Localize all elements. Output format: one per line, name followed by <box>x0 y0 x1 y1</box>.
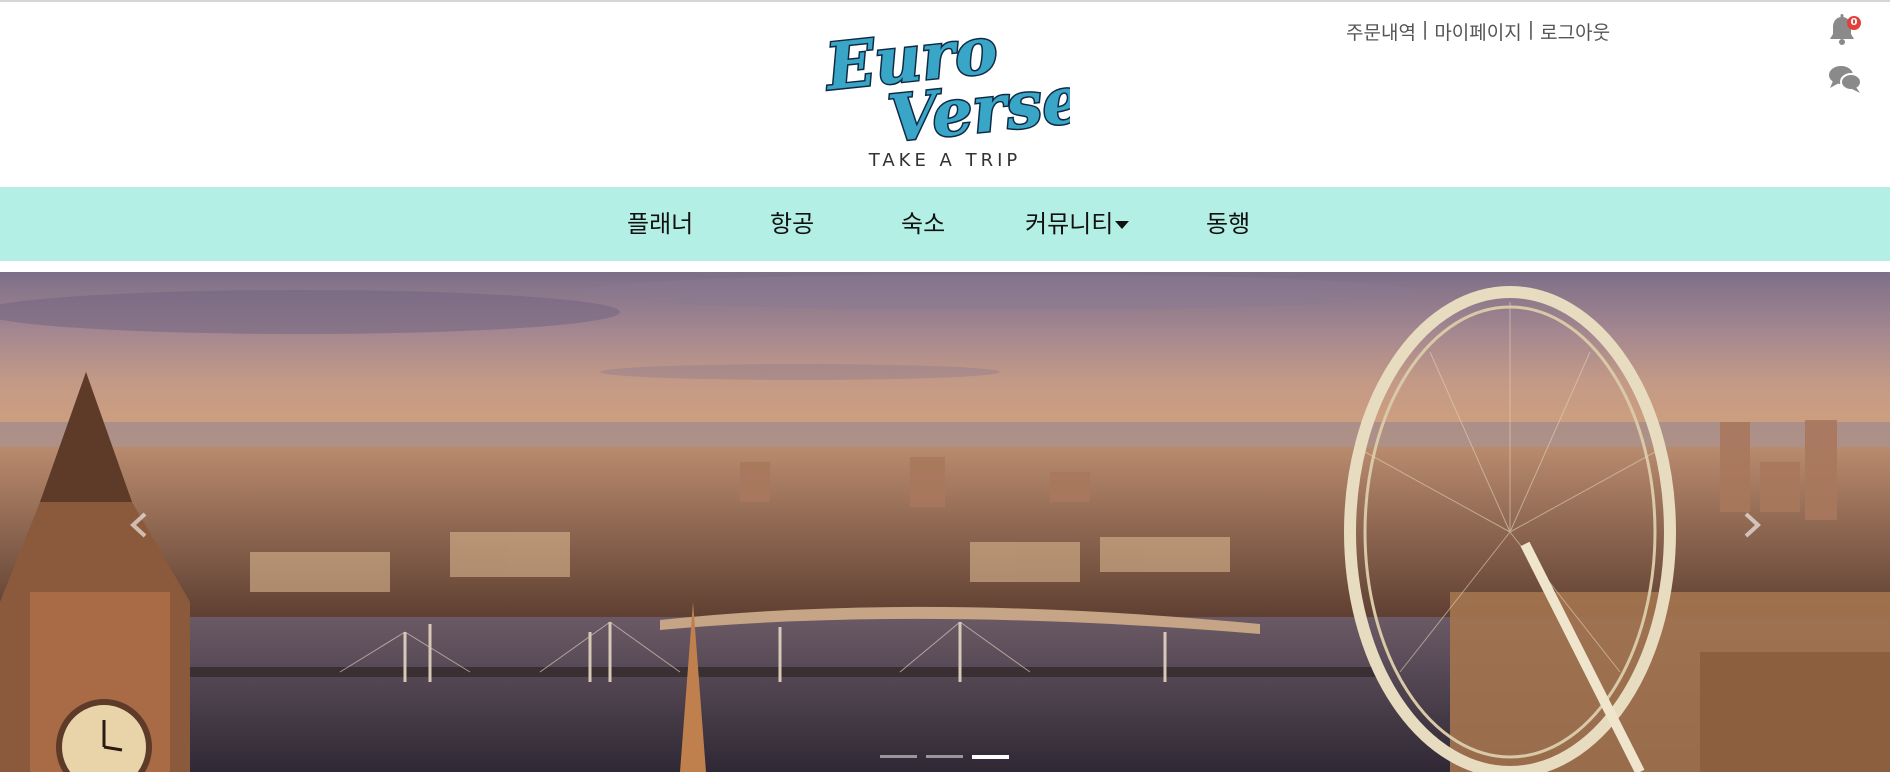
account-links: 주문내역 | 마이페이지 | 로그아웃 <box>1346 18 1610 45</box>
main-nav: 플래너 항공 숙소 커뮤니티 동행 <box>0 187 1890 261</box>
nav-item-planner[interactable]: 플래너 <box>627 187 693 261</box>
caret-down-icon <box>1115 221 1130 229</box>
carousel-indicator[interactable] <box>880 755 917 758</box>
logo-tagline: TAKE A TRIP <box>868 150 1022 171</box>
my-page-link[interactable]: 마이페이지 <box>1434 18 1521 45</box>
nav-item-flights[interactable]: 항공 <box>770 187 814 261</box>
site-header: Euro Verse TAKE A TRIP 주문내역 | 마이페이지 | 로그… <box>0 2 1890 187</box>
link-separator: | <box>1527 18 1535 40</box>
link-separator: | <box>1421 18 1429 40</box>
carousel-indicator[interactable] <box>926 755 963 758</box>
hero-image-london <box>0 272 1890 772</box>
logo-wordmark: Euro Verse <box>819 11 1088 158</box>
nav-item-community[interactable]: 커뮤니티 <box>1025 187 1130 261</box>
carousel-indicators <box>880 755 1009 759</box>
order-history-link[interactable]: 주문내역 <box>1346 18 1416 45</box>
chevron-left-icon[interactable] <box>125 510 155 540</box>
logout-link[interactable]: 로그아웃 <box>1540 18 1610 45</box>
carousel-indicator-active[interactable] <box>972 755 1009 759</box>
nav-item-lodging[interactable]: 숙소 <box>901 187 945 261</box>
hero-carousel <box>0 272 1890 772</box>
nav-item-companion[interactable]: 동행 <box>1206 187 1250 261</box>
chevron-right-icon[interactable] <box>1736 510 1766 540</box>
chat-bubbles-icon[interactable] <box>1828 64 1862 94</box>
nav-item-community-label: 커뮤니티 <box>1025 210 1114 238</box>
site-logo[interactable]: Euro Verse TAKE A TRIP <box>819 11 1088 172</box>
notification-count-badge: 0 <box>1847 16 1861 30</box>
